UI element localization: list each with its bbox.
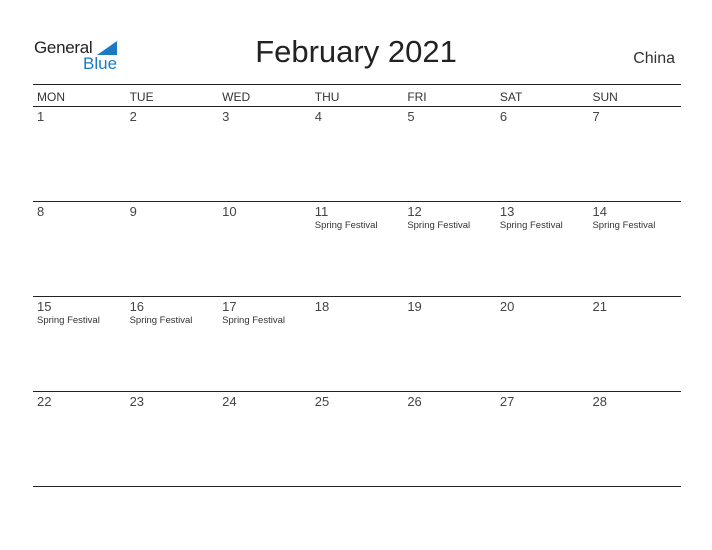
- day-cell: 22: [33, 392, 126, 486]
- holiday-label: Spring Festival: [314, 220, 378, 231]
- day-number: 14: [592, 204, 607, 219]
- day-cell: 9: [126, 202, 219, 296]
- day-number: 11: [314, 204, 329, 219]
- day-number: 12: [407, 204, 422, 219]
- weekday-label: FRI: [407, 90, 427, 104]
- day-cell: 7: [588, 107, 681, 201]
- day-cell: 10: [218, 202, 311, 296]
- day-number: 7: [592, 109, 600, 124]
- holiday-label: Spring Festival: [222, 315, 285, 326]
- day-cell: 21: [588, 297, 681, 391]
- day-cell: 17 Spring Festival: [218, 297, 311, 391]
- week-row: 8 9 10 11 Spring Festival 12 Spring Festival 13…: [33, 202, 681, 297]
- week-row: 22 23 24 25 26 27 28: [33, 392, 681, 487]
- day-cell: 3: [218, 107, 311, 201]
- holiday-label: Spring Festival: [37, 315, 100, 326]
- day-number: 2: [129, 109, 137, 124]
- weekday-label: MON: [37, 90, 65, 104]
- day-cell: 28: [588, 392, 681, 486]
- day-number: 13: [499, 204, 515, 219]
- day-number: 21: [592, 299, 607, 314]
- day-number: 1: [37, 109, 45, 124]
- day-cell: 1: [33, 107, 126, 201]
- day-cell: 25: [311, 392, 404, 486]
- weekday-label: THU: [314, 90, 340, 104]
- day-number: 4: [314, 109, 322, 124]
- holiday-label: Spring Festival: [592, 220, 656, 231]
- day-cell: 14 Spring Festival: [588, 202, 681, 296]
- day-number: 18: [314, 299, 330, 314]
- day-cell: 4: [311, 107, 404, 201]
- day-cell: 16 Spring Festival: [126, 297, 219, 391]
- day-number: 8: [37, 204, 45, 219]
- day-number: 19: [407, 299, 422, 314]
- day-number: 20: [499, 299, 515, 314]
- holiday-label: Spring Festival: [129, 315, 193, 326]
- day-number: 17: [222, 299, 237, 314]
- page-title: February 2021: [255, 34, 457, 69]
- day-number: 24: [222, 394, 237, 409]
- day-number: 28: [592, 394, 607, 409]
- day-number: 3: [222, 109, 230, 124]
- day-number: 6: [499, 109, 508, 124]
- day-cell: 13 Spring Festival: [496, 202, 589, 296]
- week-row: 15 Spring Festival 16 Spring Festival 17 Spri…: [33, 297, 681, 392]
- day-number: 5: [407, 109, 415, 124]
- day-number: 26: [407, 394, 422, 409]
- day-cell: 19: [403, 297, 496, 391]
- holiday-label: Spring Festival: [407, 220, 471, 231]
- weekday-label: WED: [222, 90, 251, 104]
- day-number: 15: [37, 299, 52, 314]
- day-cell: 27: [496, 392, 589, 486]
- day-number: 22: [37, 394, 52, 409]
- day-cell: 20: [496, 297, 589, 391]
- day-cell: 2: [126, 107, 219, 201]
- day-cell: 8: [33, 202, 126, 296]
- day-number: 16: [129, 299, 145, 314]
- weekday-label: TUE: [129, 90, 154, 104]
- day-cell: 18: [311, 297, 404, 391]
- day-number: 25: [314, 394, 330, 409]
- day-cell: 26: [403, 392, 496, 486]
- day-number: 23: [129, 394, 145, 409]
- weekday-label: SAT: [499, 90, 523, 104]
- day-cell: 5: [403, 107, 496, 201]
- day-number: 9: [129, 204, 137, 219]
- day-number: 27: [499, 394, 515, 409]
- day-cell: 12 Spring Festival: [403, 202, 496, 296]
- day-cell: 11 Spring Festival: [311, 202, 404, 296]
- weekday-label: SUN: [592, 90, 618, 104]
- calendar-grid: MON TUE WED THU FRI SAT SUN 1 2 3 4 5 6 7 8 9 10 1…: [33, 84, 681, 487]
- day-cell: 15 Spring Festival: [33, 297, 126, 391]
- weekday-header: MON TUE WED THU FRI SAT SUN: [33, 84, 681, 107]
- day-cell: 6: [496, 107, 589, 201]
- day-cell: 24: [218, 392, 311, 486]
- week-row: 1 2 3 4 5 6 7: [33, 107, 681, 202]
- day-number: 10: [222, 204, 237, 219]
- day-cell: 23: [126, 392, 219, 486]
- country-label: China: [633, 50, 675, 67]
- holiday-label: Spring Festival: [499, 220, 563, 231]
